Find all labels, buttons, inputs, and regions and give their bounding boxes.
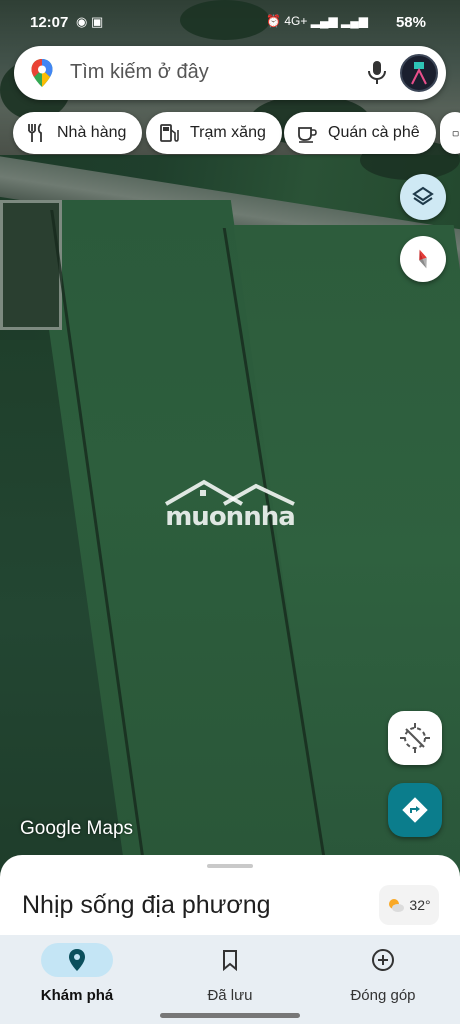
location-disabled-icon [400,723,430,753]
weather-chip[interactable]: 32° [379,885,439,925]
chip-label: Trạm xăng [190,124,266,141]
bookmark-icon [223,950,237,971]
nav-contribute[interactable]: Đóng góp [323,943,443,1009]
search-input[interactable]: Tìm kiếm ở đây [70,61,209,84]
chip-gas-stations[interactable]: Trạm xăng [146,112,282,154]
sheet-title: Nhịp sống địa phương [22,891,271,919]
temperature: 32° [409,897,431,913]
signal-icon: ▂▄▆ [341,14,368,28]
watermark-logo: muonnha [164,478,296,532]
chip-label: Quán cà phê [328,124,420,141]
gesture-bar[interactable] [160,1013,300,1018]
signal-icons: ⏰ 4G+ ▂▄▆ ▂▄▆ [266,14,368,28]
add-circle-icon [372,949,394,971]
directions-icon [402,797,428,823]
nav-label: Khám phá [40,987,114,1004]
watermark-text: muonnha [165,502,296,532]
nav-icon-wrapper [347,943,419,977]
bottom-navigation: Khám phá Đã lưu Đóng góp [0,935,460,1024]
search-bar[interactable]: Tìm kiếm ở đây [14,46,446,100]
compass-icon [419,249,427,269]
chip-coffee-shops[interactable]: Quán cà phê [284,112,436,154]
restaurant-icon [28,123,42,142]
chip-restaurants[interactable]: Nhà hàng [13,112,143,154]
nav-icon-wrapper [41,943,113,977]
google-maps-pin-icon [31,59,53,87]
status-bar: 12:07 ◉ ▣ ⏰ 4G+ ▂▄▆ ▂▄▆ 58% [0,0,460,46]
gas-station-icon [160,124,179,142]
nav-explore[interactable]: Khám phá [17,943,137,1009]
notification-icons: ◉ ▣ [76,14,103,30]
compass-button[interactable] [400,236,446,282]
chip-label: Nhà hàng [57,124,127,141]
status-time: 12:07 [30,14,69,31]
layers-button[interactable] [400,174,446,220]
network-type: 4G+ [284,14,308,28]
signal-icon: ▂▄▆ [310,14,338,28]
coffee-icon [298,127,317,143]
account-avatar[interactable] [400,54,438,92]
directions-button[interactable] [388,783,442,837]
google-maps-attribution: Google Maps [20,818,134,839]
gallery-icon: ▣ [90,14,104,29]
explore-pin-icon [69,949,85,971]
layers-icon [412,186,434,206]
microphone-icon[interactable] [366,60,388,86]
nav-label: Đóng góp [350,987,416,1004]
shopping-bag-icon [452,131,459,137]
battery-level: 58% [395,14,426,31]
nav-saved[interactable]: Đã lưu [170,943,290,1009]
avatar-image [411,62,427,85]
my-location-button[interactable] [388,711,442,765]
chip-more[interactable] [440,112,460,154]
messenger-icon: ◉ [76,14,88,29]
partly-cloudy-icon [389,899,405,912]
alarm-icon: ⏰ [266,14,282,28]
nav-icon-wrapper [194,943,266,977]
sheet-drag-handle[interactable] [207,864,253,868]
nav-label: Đã lưu [207,987,253,1004]
